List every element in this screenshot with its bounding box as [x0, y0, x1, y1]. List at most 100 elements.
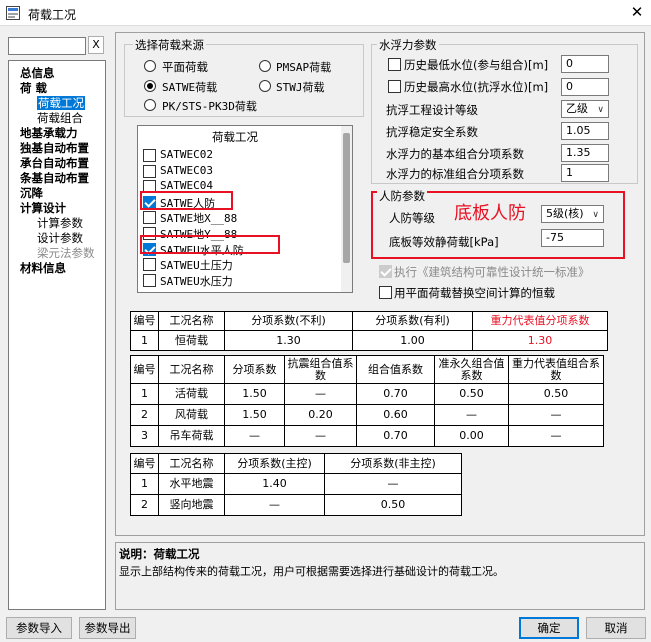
tree-item-label: 计算设计	[20, 201, 66, 215]
hist-min-label: 历史最低水位(参与组合)[m]	[404, 58, 549, 72]
table-row: 1 活荷载 1.50 — 0.70 0.50 0.50	[130, 383, 604, 405]
table-cell[interactable]: 0.60	[356, 404, 435, 426]
table-cell[interactable]: 0.70	[356, 383, 435, 405]
radio-satwe-load[interactable]	[144, 80, 156, 92]
tree-item[interactable]: 荷 载	[20, 81, 47, 95]
table-header: 重力代表值组合系数	[508, 355, 604, 384]
param-import-button[interactable]: 参数导入	[6, 617, 72, 639]
tree-item[interactable]: 地基承载力	[20, 126, 78, 140]
highlight-box-satwe-civil-defense	[140, 191, 233, 210]
tree-item[interactable]: 计算参数	[37, 216, 83, 230]
table-cell[interactable]: 1.50	[224, 383, 285, 405]
tree-item[interactable]: 承台自动布置	[20, 156, 89, 170]
table-header: 分项系数(主控)	[224, 453, 325, 474]
tree-item-label: 独基自动布置	[20, 141, 89, 155]
search-clear-button[interactable]: X	[88, 36, 104, 54]
table-row: 3 吊车荷载 — — 0.70 0.00 —	[130, 425, 604, 447]
table-cell: 2	[130, 404, 159, 426]
table-cell[interactable]: —	[284, 425, 357, 447]
tree-item[interactable]: 独基自动布置	[20, 141, 89, 155]
load-source-legend: 选择荷载来源	[133, 37, 206, 53]
radio-plane-load[interactable]	[144, 60, 156, 72]
live-load-table: 编号 工况名称 分项系数 抗震组合值系数 组合值系数 准永久组合值系数 重力代表…	[130, 355, 604, 447]
table-cell[interactable]: —	[284, 383, 357, 405]
table-cell[interactable]: —	[324, 473, 462, 495]
table-cell: 竖向地震	[158, 494, 225, 516]
radio-pk-sts-load[interactable]	[144, 99, 156, 111]
table-cell[interactable]: 0.70	[356, 425, 435, 447]
tree-item[interactable]: 沉降	[20, 186, 43, 200]
tree-item[interactable]: 材料信息	[20, 261, 66, 275]
civil-defense-grade-select[interactable]: 5级(核) ∨	[541, 205, 604, 223]
table-cell[interactable]: —	[224, 494, 325, 516]
table-cell[interactable]: 1.00	[352, 330, 473, 351]
load-case-scroll-thumb[interactable]	[343, 133, 350, 263]
search-input[interactable]	[8, 37, 86, 55]
radio-plane-load-label: 平面荷载	[162, 60, 208, 74]
table-header: 重力代表值分项系数	[472, 311, 608, 331]
load-case-checkbox[interactable]	[143, 273, 156, 287]
param-export-button[interactable]: 参数导出	[79, 617, 136, 639]
tree-item-label: 荷 载	[20, 81, 48, 95]
table-cell[interactable]: 0.50	[324, 494, 462, 516]
table-cell: 水平地震	[158, 473, 225, 495]
tree-item[interactable]: 计算设计	[20, 201, 66, 215]
table-cell[interactable]: 0.50	[434, 383, 509, 405]
highlight-box-satweu-horizontal-civil-defense	[140, 235, 280, 254]
buoyancy-standard-factor-input[interactable]: 1	[561, 164, 609, 182]
table-header: 工况名称	[158, 311, 225, 331]
table-row: 1 水平地震 1.40 —	[130, 473, 462, 495]
table-cell[interactable]: —	[434, 404, 509, 426]
window-title: 荷载工况	[28, 8, 77, 22]
close-icon[interactable]: ✕	[628, 3, 646, 21]
execute-standard-label: 执行《建筑结构可靠性设计统一标准》	[394, 265, 590, 279]
hist-min-checkbox[interactable]	[388, 58, 401, 71]
table-header: 分项系数	[224, 355, 285, 384]
table-row: 1 恒荷载 1.30 1.00 1.30	[130, 330, 608, 351]
hist-max-checkbox[interactable]	[388, 80, 401, 93]
load-case-checkbox[interactable]	[143, 164, 156, 178]
table-cell[interactable]: 0.20	[284, 404, 357, 426]
load-case-label: SATWEU土压力	[160, 259, 233, 273]
tree-item[interactable]: 梁元法参数	[37, 246, 95, 260]
cancel-button[interactable]: 取消	[586, 617, 646, 639]
radio-pmsap-load[interactable]	[259, 60, 271, 72]
table-cell[interactable]: 1.50	[224, 404, 285, 426]
description-text: 显示上部结构传来的荷载工况，用户可根据需要选择进行基础设计的荷载工况。	[119, 565, 504, 578]
table-cell[interactable]: —	[508, 404, 604, 426]
buoyancy-basic-factor-label: 水浮力的基本组合分项系数	[386, 147, 524, 161]
load-case-checkbox[interactable]	[143, 149, 156, 162]
equiv-static-load-input[interactable]: -75	[541, 229, 604, 247]
tree-item[interactable]: 设计参数	[37, 231, 83, 245]
tree-item[interactable]: 条基自动布置	[20, 171, 89, 185]
tree-item[interactable]: 荷载组合	[37, 111, 83, 125]
anti-float-grade-value: 乙级	[566, 102, 588, 115]
radio-stwj-load[interactable]	[259, 80, 271, 92]
buoyancy-basic-factor-input[interactable]: 1.35	[561, 144, 609, 162]
table-cell[interactable]: —	[508, 425, 604, 447]
table-cell[interactable]: —	[224, 425, 285, 447]
load-case-checkbox[interactable]	[143, 258, 156, 272]
radio-satwe-load-label: SATWE荷载	[162, 81, 218, 94]
table-cell[interactable]: 1.30	[224, 330, 353, 351]
seismic-load-table: 编号 工况名称 分项系数(主控) 分项系数(非主控) 1 水平地震 1.40 —…	[130, 453, 462, 516]
table-row: 2 竖向地震 — 0.50	[130, 494, 462, 516]
anti-float-grade-select[interactable]: 乙级 ∨	[561, 100, 609, 118]
anti-float-safety-input[interactable]: 1.05	[561, 122, 609, 140]
table-header: 编号	[130, 453, 159, 474]
table-cell[interactable]: 0.50	[508, 383, 604, 405]
table-cell: 2	[130, 494, 159, 516]
tree-item[interactable]: 总信息	[20, 66, 55, 80]
table-cell[interactable]: 1.40	[224, 473, 325, 495]
hist-max-input[interactable]: 0	[561, 78, 609, 96]
ok-button[interactable]: 确定	[519, 617, 579, 639]
hist-min-input[interactable]: 0	[561, 55, 609, 73]
table-cell[interactable]: 1.30	[472, 330, 608, 351]
table-cell: 恒荷载	[158, 330, 225, 351]
load-case-checkbox[interactable]	[143, 211, 156, 225]
plane-replace-checkbox[interactable]	[379, 286, 392, 299]
tree-item-label: 荷载工况	[37, 96, 85, 110]
equiv-static-load-label: 底板等效静荷载[kPa]	[389, 235, 499, 249]
tree-item[interactable]: 荷载工况	[37, 96, 85, 110]
table-cell[interactable]: 0.00	[434, 425, 509, 447]
